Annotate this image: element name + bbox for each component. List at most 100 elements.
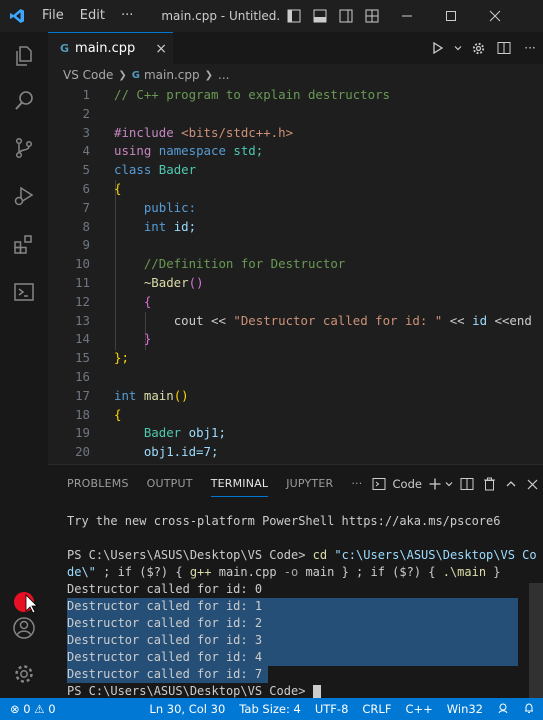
terminal-line: de\" ; if ($?) { g++ main.cpp -o main } … <box>67 565 501 579</box>
menu-file[interactable]: File <box>34 0 72 32</box>
tab-output[interactable]: OUTPUT <box>138 465 202 503</box>
terminal-cursor <box>312 684 321 699</box>
run-debug-icon[interactable] <box>0 172 48 220</box>
terminal-line: PS C:\Users\ASUS\Desktop\VS Code> cd "c:… <box>67 548 537 562</box>
run-dropdown-chevron-icon[interactable] <box>451 32 465 64</box>
code-line: 13 cout << "Destructor called for id: " … <box>75 312 532 328</box>
code-line: 12 { <box>75 293 152 309</box>
terminal-view-icon[interactable] <box>0 268 48 316</box>
status-bar: ⊗ 0 ⚠ 0 Ln 30, Col 30 Tab Size: 4 UTF-8 … <box>0 698 543 720</box>
more-actions-icon[interactable]: ··· <box>517 32 543 64</box>
code-line: 2 <box>82 105 90 121</box>
terminal-output-line: Destructor called for id: 0 <box>67 582 263 596</box>
code-line: 11 ~Bader() <box>75 275 204 290</box>
end-of-line[interactable]: CRLF <box>355 702 398 716</box>
code-line: 17 int main() <box>75 387 189 403</box>
tab-terminal[interactable]: TERMINAL <box>202 465 278 503</box>
cursor-position[interactable]: Ln 30, Col 30 <box>142 702 232 716</box>
problems-status[interactable]: ⊗ 0 ⚠ 0 <box>0 702 63 716</box>
encoding[interactable]: UTF-8 <box>308 702 356 716</box>
terminal-dropdown-chevron-icon[interactable] <box>443 465 456 503</box>
split-editor-icon[interactable] <box>491 32 517 64</box>
toggle-sidebar-icon[interactable] <box>281 0 307 32</box>
error-icon: ⊗ <box>10 702 20 716</box>
code-line: 8 int id; <box>82 218 197 234</box>
chevron-right-icon: ❯ <box>204 69 214 81</box>
cpp-file-icon: G <box>60 42 70 55</box>
bottom-panel: PROBLEMS OUTPUT TERMINAL JUPYTER ··· Cod… <box>48 464 543 699</box>
terminal-output-line: Destructor called for id: 3 <box>67 633 263 647</box>
code-line: 20 obj1.id=7; <box>75 444 219 460</box>
terminal-line: Try the new cross-platform PowerShell ht… <box>67 514 501 528</box>
notifications-bell-icon[interactable] <box>516 702 543 717</box>
code-line: 6{ <box>82 181 122 196</box>
tab-label: main.cpp <box>75 41 136 56</box>
search-icon[interactable] <box>0 77 48 125</box>
code-line: 18{ <box>75 406 122 422</box>
customize-layout-icon[interactable] <box>359 0 385 32</box>
close-tab-icon[interactable]: × <box>155 41 167 57</box>
new-terminal-plus-icon[interactable] <box>427 465 443 503</box>
tab-jupyter[interactable]: JUPYTER <box>277 465 342 503</box>
terminal-output-line: Destructor called for id: 4 <box>67 650 263 664</box>
close-window-icon[interactable] <box>473 0 517 32</box>
cpp-file-icon: G <box>131 69 140 81</box>
editor-actions: ··· <box>425 32 543 64</box>
platform-config[interactable]: Win32 <box>440 702 490 716</box>
minimize-icon[interactable] <box>385 0 429 32</box>
feedback-icon[interactable] <box>490 702 516 717</box>
split-terminal-icon[interactable] <box>456 465 479 503</box>
menu-edit[interactable]: Edit <box>72 0 113 32</box>
terminal-shell-icon <box>371 465 387 503</box>
maximize-icon[interactable] <box>429 0 473 32</box>
code-line: 9 <box>82 237 90 253</box>
code-line: 10 //Definition for Destructor <box>75 256 346 272</box>
code-line: 1// C++ program to explain destructors <box>82 87 391 102</box>
terminal-output-line: Destructor called for id: 1 <box>67 599 263 613</box>
terminal-shell-label[interactable]: Code <box>388 465 427 503</box>
code-line: 3 #include <bits/stdc++.h> <box>82 124 294 140</box>
accounts-icon[interactable] <box>0 604 48 652</box>
breadcrumb-file[interactable]: main.cpp <box>144 68 200 82</box>
panel-tabs: PROBLEMS OUTPUT TERMINAL JUPYTER ··· Cod… <box>48 465 543 503</box>
editor-tabs: G main.cpp × ··· <box>48 32 543 64</box>
terminal-output-line: Destructor called for id: 2 <box>67 616 263 630</box>
kill-terminal-trash-icon[interactable] <box>479 465 500 503</box>
tab-main-cpp[interactable]: G main.cpp × <box>48 32 173 64</box>
explorer-icon[interactable] <box>0 32 48 80</box>
menu-more[interactable]: ··· <box>113 0 141 32</box>
code-line: 4 using namespace std; <box>82 143 264 159</box>
code-line: 7 public: <box>82 199 197 215</box>
toggle-panel-icon[interactable] <box>307 0 333 32</box>
title-bar: File Edit ··· main.cpp - Untitled... <box>0 0 543 32</box>
chevron-right-icon: ❯ <box>118 69 127 81</box>
terminal-output[interactable]: Try the new cross-platform PowerShell ht… <box>48 503 543 699</box>
code-line: 19 Bader obj1; <box>75 425 226 441</box>
code-line: 16 <box>75 369 90 384</box>
breadcrumb: VS Code ❯ G main.cpp ❯ ... <box>48 64 543 86</box>
breadcrumb-more[interactable]: ... <box>218 68 229 82</box>
warning-icon: ⚠ <box>34 702 45 716</box>
run-play-icon[interactable] <box>425 32 451 64</box>
terminal-scrollbar[interactable] <box>529 583 543 699</box>
close-panel-icon[interactable] <box>522 465 543 503</box>
activity-bar <box>0 32 48 698</box>
settings-gear-icon[interactable] <box>465 32 491 64</box>
tab-problems[interactable]: PROBLEMS <box>58 465 138 503</box>
code-line: 15}; <box>75 350 129 366</box>
panel-more-icon[interactable]: ··· <box>342 465 371 503</box>
breadcrumb-folder[interactable]: VS Code <box>63 68 113 82</box>
code-line: 14 } <box>75 331 152 347</box>
vscode-logo-icon <box>0 0 34 32</box>
code-line: 5 class Bader <box>82 162 197 178</box>
toggle-secondary-sidebar-icon[interactable] <box>333 0 359 32</box>
extensions-icon[interactable] <box>0 220 48 268</box>
source-control-icon[interactable] <box>0 124 48 172</box>
manage-gear-icon[interactable] <box>0 650 48 698</box>
maximize-panel-chevron-up-icon[interactable] <box>500 465 521 503</box>
code-editor[interactable]: 1// C++ program to explain destructors 2… <box>48 86 543 464</box>
terminal-output-line: Destructor called for id: 7 <box>67 667 263 681</box>
language-mode[interactable]: C++ <box>398 702 439 716</box>
window-title: main.cpp - Untitled... <box>161 9 282 23</box>
indentation[interactable]: Tab Size: 4 <box>232 702 308 716</box>
